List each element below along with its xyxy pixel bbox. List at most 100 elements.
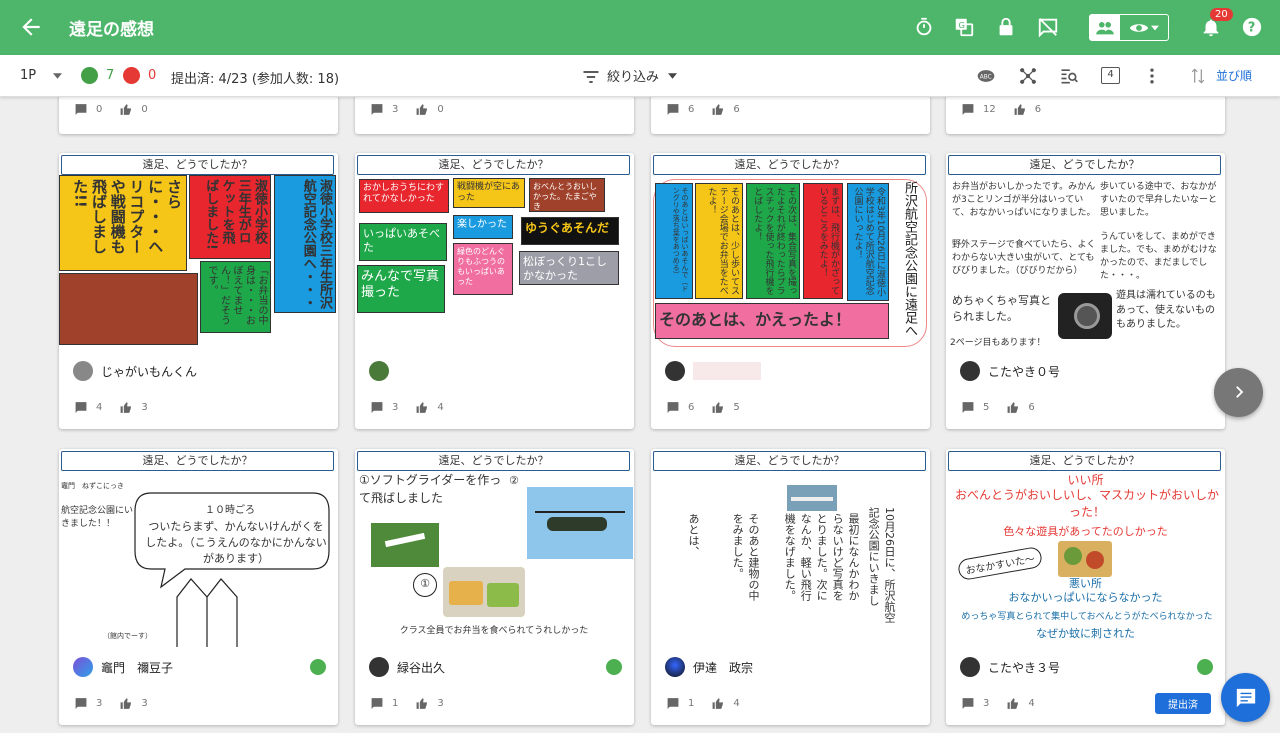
response-card[interactable]: 遠足、どうでしたか？ いい所 おべんとうがおいしいし、マスカットがおいしかった！…	[946, 449, 1225, 725]
card-title: 遠足、どうでしたか？	[61, 451, 334, 471]
chevron-right-icon	[1236, 386, 1244, 398]
search-list-icon[interactable]	[1059, 66, 1079, 86]
avatar	[73, 657, 93, 677]
comment-icon[interactable]	[370, 401, 384, 414]
note-text: １０時ごろ	[205, 505, 255, 516]
sticky-note: 「お弁当の中身は・・・おぼえてません！」だそうです。	[200, 261, 271, 333]
comment-icon[interactable]	[666, 401, 680, 414]
column-count-button[interactable]: 4	[1101, 67, 1120, 84]
visibility-menu-button[interactable]	[1089, 14, 1169, 41]
note-text: 色々な遊具があってたのしかった	[1003, 525, 1168, 538]
filter-button[interactable]: 絞り込み	[607, 66, 659, 85]
thumbs-up-icon[interactable]	[1013, 103, 1027, 116]
sticky-note	[59, 273, 198, 345]
card-content: 所沢航空記念公園に遠足へ 令和3年10月26日に淑徳小学校はじめて所沢航空記念公…	[651, 175, 930, 351]
avatar	[665, 361, 685, 381]
sort-button[interactable]: 並び順	[1216, 67, 1252, 84]
comment-icon[interactable]	[370, 697, 384, 710]
comment-icon[interactable]	[961, 103, 975, 116]
thumbs-up-icon[interactable]	[119, 697, 133, 710]
thumbs-up-icon[interactable]	[711, 103, 725, 116]
thumbs-up-icon[interactable]	[1006, 697, 1020, 710]
thumbs-up-icon[interactable]	[415, 103, 429, 116]
response-card[interactable]: 遠足、どうでしたか？ お弁当がおいしかったです。みかんが3ことリンゴが半分はいっ…	[946, 153, 1225, 429]
sticky-note: ゆうぐあそんだ	[521, 217, 619, 245]
card-title: 遠足、どうでしたか？	[61, 155, 334, 175]
note-text: あとは、	[687, 513, 700, 557]
timer-icon[interactable]	[913, 16, 935, 38]
note-text: 歩いている途中で、おなかがすいたので早弁したいなーと思いました。	[1100, 182, 1218, 219]
comment-icon[interactable]	[74, 697, 88, 710]
eye-icon	[1129, 23, 1149, 32]
spellcheck-icon[interactable]: ABC	[976, 66, 996, 86]
prev-card[interactable]: 12 6	[946, 97, 1225, 134]
response-card[interactable]: 遠足、どうでしたか？ さらに・・・ヘリコプターや戦闘機も飛ばしました!! 淑徳小…	[59, 153, 338, 429]
comment-icon[interactable]	[666, 697, 680, 710]
filter-icon[interactable]	[581, 67, 601, 87]
more-vert-icon[interactable]	[1142, 66, 1162, 86]
card-stats: 12 6	[961, 103, 1041, 116]
note-text: いい所	[1067, 473, 1104, 487]
thumbs-up-icon[interactable]	[415, 401, 429, 414]
translate-icon[interactable]: G	[953, 16, 975, 38]
comment-icon[interactable]	[961, 697, 975, 710]
response-card[interactable]: 遠足、どうでしたか？ 竈門 ねずこにっき 航空記念公園にいきました！！ １０時ご…	[59, 449, 338, 725]
card-stats: 6 5	[666, 401, 740, 414]
card-content: さらに・・・ヘリコプターや戦闘機も飛ばしました!! 淑徳小学校三年生がロケットを…	[59, 175, 338, 351]
card-title: 遠足、どうでしたか？	[357, 451, 630, 471]
thumbs-up-icon[interactable]	[711, 697, 725, 710]
note-text: 遊具は濡れているのもあって、使えないものもありました。	[1116, 290, 1216, 330]
prev-card[interactable]: 6 6	[651, 97, 930, 134]
helicopter-photo	[527, 487, 633, 559]
page-dropdown-icon[interactable]	[53, 73, 62, 79]
note-text: 航空記念公園にいきました！！	[61, 506, 134, 529]
sticky-note: 淑徳小学校三年生がロケットを飛ばしました!	[189, 175, 271, 259]
note-text: ②	[509, 474, 519, 487]
filter-dropdown-icon[interactable]	[668, 73, 677, 79]
comment-icon[interactable]	[370, 103, 384, 116]
avatar	[73, 361, 93, 381]
prev-card[interactable]: 0 0	[59, 97, 338, 134]
card-author	[369, 359, 397, 383]
network-icon[interactable]	[1018, 66, 1038, 86]
note-text: うんていをして、まめができました。でも、まめがむけなかったので、まだましでした・…	[1100, 232, 1217, 282]
card-stats: 6 6	[666, 103, 740, 116]
response-card[interactable]: 遠足、どうでしたか？ ①ソフトグライダーを作って飛ばしました ② ① クラス全員…	[355, 449, 634, 725]
thumbs-up-icon[interactable]	[119, 401, 133, 414]
card-author: こたやき０号	[960, 359, 1060, 383]
submission-status: 提出済: 4/23 (参加人数: 18)	[171, 72, 340, 87]
response-card[interactable]: 遠足、どうでしたか？ おかしおうちにわすれてかなしかった 戦闘機が空にあった お…	[355, 153, 634, 429]
lock-icon[interactable]	[995, 16, 1017, 38]
sticky-note: 楽しかった	[453, 215, 513, 239]
thumbs-up-icon[interactable]	[415, 697, 429, 710]
sticky-note: いっぱいあそべた	[359, 223, 447, 261]
note-text: 所沢航空記念公園に遠足へ	[902, 181, 917, 337]
thumbs-up-icon[interactable]	[1006, 401, 1020, 414]
sticky-note: おかしおうちにわすれてかなしかった	[359, 179, 449, 213]
sticky-note: 戦闘機が空にあった	[453, 178, 525, 208]
comments-disabled-icon[interactable]	[1037, 16, 1059, 38]
chevron-down-icon	[1151, 25, 1159, 30]
comment-icon[interactable]	[74, 401, 88, 414]
card-title: 遠足、どうでしたか？	[948, 155, 1221, 175]
card-grid: 0 0 3 0 6 6 12 6 遠足、どうでしたか？ さらに・・・ヘリコプター…	[0, 97, 1280, 733]
comment-icon[interactable]	[961, 401, 975, 414]
comment-icon[interactable]	[74, 103, 88, 116]
comment-icon[interactable]	[666, 103, 680, 116]
prev-card[interactable]: 3 0	[355, 97, 634, 134]
thumbs-up-icon[interactable]	[711, 401, 725, 414]
next-page-button[interactable]	[1214, 368, 1263, 417]
back-arrow-icon[interactable]	[18, 14, 44, 40]
sort-icon[interactable]	[1188, 66, 1208, 86]
page-title: 遠足の感想	[69, 20, 154, 40]
help-icon[interactable]: ?	[1241, 16, 1263, 38]
response-card[interactable]: 遠足、どうでしたか？ 10月26日に、所沢航空記念公園にいきました。 最初になん…	[651, 449, 930, 725]
thumbs-up-icon[interactable]	[119, 103, 133, 116]
chat-button[interactable]	[1221, 673, 1270, 722]
card-content: 竈門 ねずこにっき 航空記念公園にいきました！！ １０時ごろ ついたらまず、かん…	[59, 471, 338, 647]
response-card[interactable]: 遠足、どうでしたか？ 所沢航空記念公園に遠足へ 令和3年10月26日に淑徳小学校…	[651, 153, 930, 429]
page-selector[interactable]: 1P	[20, 68, 36, 83]
card-author: こたやき３号	[960, 655, 1060, 679]
card-stats: 3 4	[370, 401, 444, 414]
card-content: おかしおうちにわすれてかなしかった 戦闘機が空にあった おべんとうおいしかった。…	[355, 175, 634, 351]
